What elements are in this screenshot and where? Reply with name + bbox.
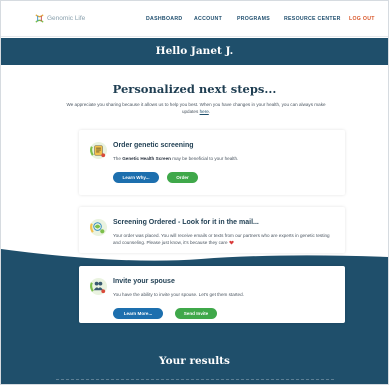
invite-spouse-card: Invite your spouse You have the ability …: [79, 266, 345, 323]
nav-programs[interactable]: PROGRAMS: [237, 16, 270, 22]
send-invite-button[interactable]: Send Invite: [175, 308, 217, 319]
card-text: The Genetic Health Screen may be benefic…: [113, 155, 338, 162]
card-text-prefix: The: [113, 156, 121, 161]
heart-icon: [229, 240, 234, 245]
card-text: Your order was placed. You will receive …: [113, 232, 338, 246]
results-title: Your results: [159, 355, 230, 367]
intro-end: .: [208, 109, 211, 114]
family-icon: [89, 277, 108, 296]
card-title: Invite your spouse: [113, 278, 175, 285]
greeting-banner: Hello Janet J.: [1, 38, 388, 65]
card-text-bold: Genetic Health Screen: [122, 156, 171, 161]
card-title: Screening Ordered - Look for it in the m…: [113, 219, 259, 226]
brand-name: Genomic Life: [47, 15, 86, 22]
update-here-link[interactable]: here: [200, 109, 209, 114]
nav-log-out[interactable]: LOG OUT: [349, 16, 375, 22]
learn-more-button[interactable]: Learn More...: [113, 308, 163, 319]
top-navigation: Genomic Life DASHBOARD ACCOUNT PROGRAMS …: [1, 1, 388, 37]
learn-why-button[interactable]: Learn Why...: [113, 172, 159, 183]
card-title: Order genetic screening: [113, 142, 194, 149]
greeting-text: Hello Janet J.: [155, 45, 234, 57]
order-button[interactable]: Order: [167, 172, 198, 183]
nav-resource-center[interactable]: RESOURCE CENTER: [284, 16, 341, 22]
intro-text: We appreciate you sharing because it all…: [66, 102, 326, 114]
results-divider: [56, 379, 334, 380]
card-text-suffix: may be beneficial to your health.: [172, 156, 239, 161]
next-steps-intro: We appreciate you sharing because it all…: [61, 101, 331, 115]
page-frame: Genomic Life DASHBOARD ACCOUNT PROGRAMS …: [0, 0, 389, 385]
brand-logo[interactable]: Genomic Life: [34, 13, 85, 24]
card-text: You have the ability to invite your spou…: [113, 292, 244, 297]
screening-ordered-card: Screening Ordered - Look for it in the m…: [79, 207, 345, 253]
next-steps-title: Personalized next steps...: [112, 82, 277, 96]
nav-dashboard[interactable]: DASHBOARD: [146, 16, 182, 22]
order-screening-card: Order genetic screening The Genetic Heal…: [79, 130, 345, 195]
screening-kit-icon: [89, 141, 108, 160]
dna-logo-icon: [35, 14, 44, 23]
nav-account[interactable]: ACCOUNT: [194, 16, 222, 22]
card-text-body: Your order was placed. You will receive …: [113, 233, 330, 245]
dna-icon: [89, 218, 108, 237]
